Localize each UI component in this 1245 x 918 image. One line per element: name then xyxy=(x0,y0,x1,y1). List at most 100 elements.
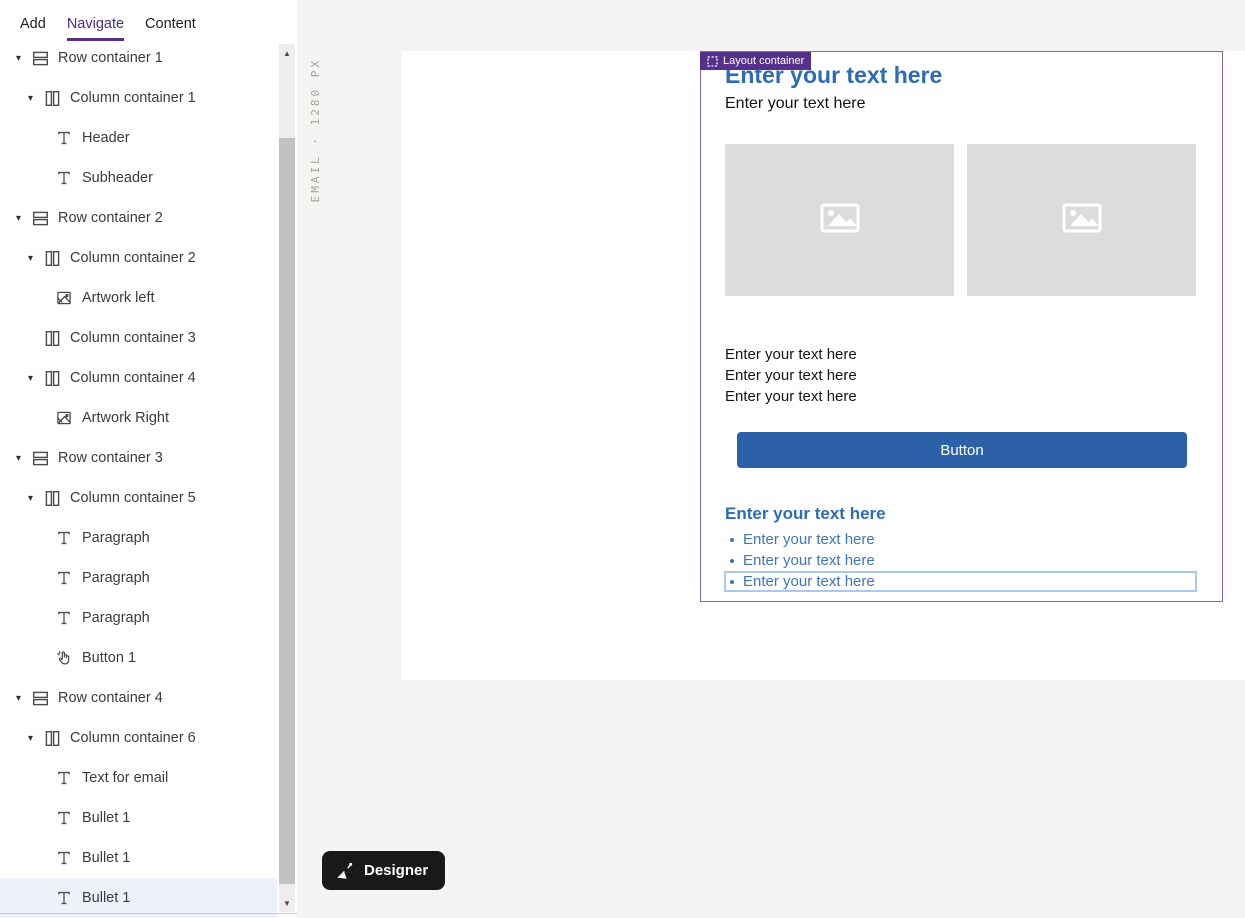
scroll-up-icon[interactable]: ▲ xyxy=(279,46,295,60)
bullet-text: Enter your text here xyxy=(743,552,875,569)
scroll-down-icon[interactable]: ▼ xyxy=(279,896,295,910)
tab-navigate[interactable]: Navigate xyxy=(67,16,124,41)
email-bullet-item-selected[interactable]: Enter your text here xyxy=(724,571,1197,592)
tree-item-paragraph[interactable]: Paragraph xyxy=(0,518,277,558)
text-icon xyxy=(56,770,76,786)
tree-item-subheader[interactable]: Subheader xyxy=(0,158,277,198)
tree-item-row-container-2[interactable]: ▾ Row container 2 xyxy=(0,198,277,238)
caret-down-icon[interactable]: ▾ xyxy=(28,93,44,104)
tree-item-paragraph[interactable]: Paragraph xyxy=(0,558,277,598)
email-bullet-item[interactable]: Enter your text here xyxy=(725,529,1196,550)
column-container-icon xyxy=(44,90,64,107)
tree-item-column-container-2[interactable]: ▾ Column container 2 xyxy=(0,238,277,278)
tree-item-bullet-1[interactable]: Bullet 1 xyxy=(0,838,277,878)
bullet-dot xyxy=(730,538,734,542)
tree-item-button-1[interactable]: Button 1 xyxy=(0,638,277,678)
column-container-icon xyxy=(44,330,64,347)
tab-content[interactable]: Content xyxy=(145,16,196,41)
caret-down-icon[interactable]: ▾ xyxy=(28,253,44,264)
tree-item-column-container-6[interactable]: ▾ Column container 6 xyxy=(0,718,277,758)
tree-item-paragraph[interactable]: Paragraph xyxy=(0,598,277,638)
text-icon xyxy=(56,170,76,186)
row-container-icon xyxy=(32,50,52,67)
caret-down-icon[interactable]: ▾ xyxy=(28,493,44,504)
tree-scrollbar[interactable]: ▲ ▼ xyxy=(279,44,295,912)
dashed-selection-icon xyxy=(707,56,718,67)
email-subheader-text[interactable]: Enter your text here xyxy=(725,94,1196,113)
tree-item-label: Artwork Right xyxy=(82,410,169,426)
tree-item-row-container-4[interactable]: ▾ Row container 4 xyxy=(0,678,277,718)
bullet-text: Enter your text here xyxy=(743,573,875,590)
designer-button-label: Designer xyxy=(364,862,428,879)
caret-down-icon[interactable]: ▾ xyxy=(28,373,44,384)
tree-item-column-container-5[interactable]: ▾ Column container 5 xyxy=(0,478,277,518)
tree-item-header[interactable]: Header xyxy=(0,118,277,158)
caret-down-icon[interactable]: ▾ xyxy=(16,453,32,464)
artwork-icon xyxy=(56,290,76,306)
caret-down-icon[interactable]: ▾ xyxy=(16,693,32,704)
tree-item-label: Column container 6 xyxy=(70,730,196,746)
tree-item-label: Button 1 xyxy=(82,650,136,666)
email-bullet-list: Enter your text here Enter your text here… xyxy=(725,529,1196,592)
tree-item-column-container-4[interactable]: ▾ Column container 4 xyxy=(0,358,277,398)
text-icon xyxy=(56,570,76,586)
tab-add[interactable]: Add xyxy=(20,16,46,41)
text-icon xyxy=(56,130,76,146)
tree-item-label: Column container 2 xyxy=(70,250,196,266)
tree-item-text-for-email[interactable]: Text for email xyxy=(0,758,277,798)
tree-item-bullet-1[interactable]: Bullet 1 xyxy=(0,798,277,838)
scrollbar-thumb[interactable] xyxy=(279,138,295,884)
layout-container-badge[interactable]: Layout container xyxy=(700,52,811,70)
tree-item-label: Row container 4 xyxy=(58,690,163,706)
email-paragraph[interactable]: Enter your text here xyxy=(725,365,1196,386)
column-container-icon xyxy=(44,370,64,387)
row-container-icon xyxy=(32,690,52,707)
tree-item-bullet-1[interactable]: Bullet 1 xyxy=(0,878,277,918)
caret-down-icon[interactable]: ▾ xyxy=(28,733,44,744)
tree-item-label: Bullet 1 xyxy=(82,810,130,826)
bullet-dot xyxy=(730,559,734,563)
tree-item-artwork-right[interactable]: Artwork Right xyxy=(0,398,277,438)
caret-down-icon[interactable]: ▾ xyxy=(16,53,32,64)
row-container-icon xyxy=(32,210,52,227)
tree-item-label: Row container 2 xyxy=(58,210,163,226)
layer-tree: ▾ Row container 1 ▾ Column container 1 Heade… xyxy=(0,38,277,918)
workspace: EMAIL · 1280 PX Enter your text here Ent… xyxy=(297,0,1245,918)
tree-item-label: Bullet 1 xyxy=(82,890,130,906)
paper-plane-icon xyxy=(335,861,355,881)
email-list-heading[interactable]: Enter your text here xyxy=(725,504,1196,524)
email-layout-container[interactable]: Enter your text here Enter your text her… xyxy=(700,51,1223,602)
tree-item-label: Text for email xyxy=(82,770,168,786)
text-icon xyxy=(56,890,76,906)
tree-item-column-container-3[interactable]: Column container 3 xyxy=(0,318,277,358)
tree-item-label: Column container 1 xyxy=(70,90,196,106)
email-bullet-item[interactable]: Enter your text here xyxy=(725,550,1196,571)
image-placeholder-icon xyxy=(820,203,860,238)
email-paragraph[interactable]: Enter your text here xyxy=(725,386,1196,407)
tree-item-label: Column container 3 xyxy=(70,330,196,346)
tree-item-row-container-1[interactable]: ▾ Row container 1 xyxy=(0,38,277,78)
email-paragraphs: Enter your text hereEnter your text here… xyxy=(725,344,1196,407)
artwork-right-placeholder[interactable] xyxy=(967,144,1196,296)
email-cta-button[interactable]: Button xyxy=(737,432,1187,468)
artwork-left-placeholder[interactable] xyxy=(725,144,954,296)
email-paragraph[interactable]: Enter your text here xyxy=(725,344,1196,365)
text-icon xyxy=(56,810,76,826)
tree-item-label: Subheader xyxy=(82,170,153,186)
tree-item-label: Paragraph xyxy=(82,610,150,626)
sidebar-bottom-divider xyxy=(0,913,297,914)
tree-item-label: Row container 3 xyxy=(58,450,163,466)
caret-down-icon[interactable]: ▾ xyxy=(16,213,32,224)
canvas-width-ruler: EMAIL · 1280 PX xyxy=(309,58,322,202)
tree-item-row-container-3[interactable]: ▾ Row container 3 xyxy=(0,438,277,478)
tree-item-label: Column container 4 xyxy=(70,370,196,386)
tree-item-column-container-1[interactable]: ▾ Column container 1 xyxy=(0,78,277,118)
bullet-dot xyxy=(730,580,734,584)
text-icon xyxy=(56,610,76,626)
tree-item-label: Column container 5 xyxy=(70,490,196,506)
tree-item-artwork-left[interactable]: Artwork left xyxy=(0,278,277,318)
bullet-text: Enter your text here xyxy=(743,531,875,548)
tree-item-label: Row container 1 xyxy=(58,50,163,66)
text-icon xyxy=(56,530,76,546)
designer-button[interactable]: Designer xyxy=(322,851,445,890)
